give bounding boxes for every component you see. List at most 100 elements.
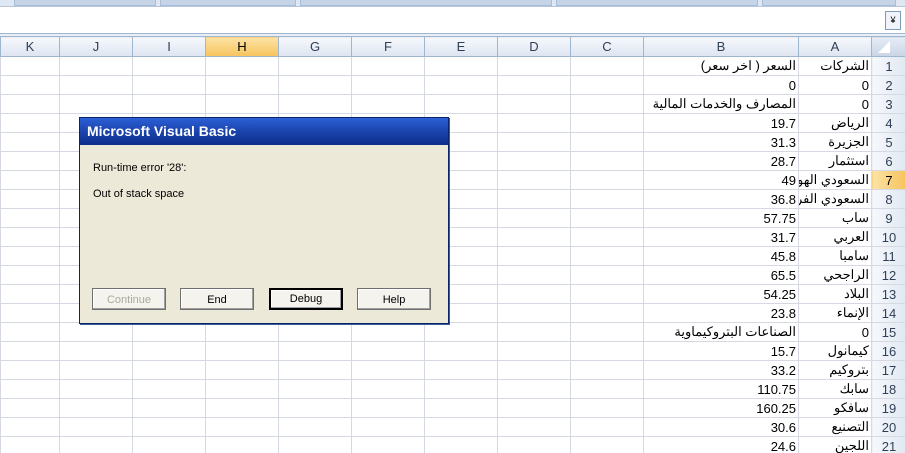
cell[interactable] bbox=[570, 113, 644, 133]
cell[interactable] bbox=[0, 322, 60, 342]
cell[interactable] bbox=[0, 208, 60, 228]
cell[interactable] bbox=[351, 436, 425, 453]
cell[interactable] bbox=[0, 56, 60, 76]
cell[interactable] bbox=[205, 341, 279, 361]
cell[interactable] bbox=[0, 75, 60, 95]
cell[interactable] bbox=[570, 170, 644, 190]
cell-a[interactable]: سافكو bbox=[798, 398, 872, 418]
cell-b[interactable]: 24.6 bbox=[643, 436, 799, 453]
column-header-a[interactable]: A bbox=[798, 36, 872, 57]
cell[interactable] bbox=[424, 398, 498, 418]
cell[interactable] bbox=[278, 94, 352, 114]
cell[interactable] bbox=[0, 246, 60, 266]
cell[interactable] bbox=[205, 94, 279, 114]
cell[interactable] bbox=[570, 436, 644, 453]
cell[interactable] bbox=[205, 398, 279, 418]
cell[interactable] bbox=[0, 265, 60, 285]
cell-b[interactable]: 57.75 bbox=[643, 208, 799, 228]
cell[interactable] bbox=[0, 151, 60, 171]
row-header[interactable]: 10 bbox=[871, 227, 905, 247]
cell-b[interactable]: المصارف والخدمات المالية bbox=[643, 94, 799, 114]
select-all-corner[interactable] bbox=[871, 36, 905, 57]
cell-a[interactable]: 0 bbox=[798, 322, 872, 342]
row-header[interactable]: 19 bbox=[871, 398, 905, 418]
cell[interactable] bbox=[0, 379, 60, 399]
column-header-h[interactable]: H bbox=[205, 36, 279, 57]
cell[interactable] bbox=[0, 360, 60, 380]
cell-b[interactable]: 30.6 bbox=[643, 417, 799, 437]
row-header[interactable]: 15 bbox=[871, 322, 905, 342]
cell[interactable] bbox=[0, 341, 60, 361]
cell[interactable] bbox=[497, 417, 571, 437]
cell-a[interactable]: العربي bbox=[798, 227, 872, 247]
cell-a[interactable]: بتروكيم bbox=[798, 360, 872, 380]
cell-b[interactable]: 45.8 bbox=[643, 246, 799, 266]
cell[interactable] bbox=[424, 436, 498, 453]
cell-a[interactable]: التصنيع bbox=[798, 417, 872, 437]
cell[interactable] bbox=[570, 151, 644, 171]
cell[interactable] bbox=[351, 56, 425, 76]
row-header[interactable]: 18 bbox=[871, 379, 905, 399]
cell[interactable] bbox=[278, 417, 352, 437]
cell-b[interactable]: 15.7 bbox=[643, 341, 799, 361]
cell[interactable] bbox=[424, 379, 498, 399]
cell[interactable] bbox=[132, 75, 206, 95]
column-header-i[interactable]: I bbox=[132, 36, 206, 57]
cell[interactable] bbox=[570, 208, 644, 228]
ribbon-group[interactable] bbox=[762, 0, 896, 6]
column-header-b[interactable]: B bbox=[643, 36, 799, 57]
cell[interactable] bbox=[0, 436, 60, 453]
cell[interactable] bbox=[278, 379, 352, 399]
row-header[interactable]: 2 bbox=[871, 75, 905, 95]
cell-b[interactable]: 33.2 bbox=[643, 360, 799, 380]
row-header[interactable]: 16 bbox=[871, 341, 905, 361]
cell[interactable] bbox=[132, 322, 206, 342]
cell[interactable] bbox=[132, 360, 206, 380]
cell[interactable] bbox=[497, 284, 571, 304]
cell-b[interactable]: 65.5 bbox=[643, 265, 799, 285]
end-button[interactable]: End bbox=[180, 288, 254, 310]
cell[interactable] bbox=[0, 303, 60, 323]
cell-b[interactable]: 54.25 bbox=[643, 284, 799, 304]
cell[interactable] bbox=[205, 322, 279, 342]
cell[interactable] bbox=[59, 94, 133, 114]
cell[interactable] bbox=[497, 170, 571, 190]
cell[interactable] bbox=[570, 341, 644, 361]
cell-b[interactable]: 49 bbox=[643, 170, 799, 190]
cell-b[interactable]: 28.7 bbox=[643, 151, 799, 171]
cell[interactable] bbox=[497, 360, 571, 380]
cell[interactable] bbox=[278, 322, 352, 342]
row-header[interactable]: 13 bbox=[871, 284, 905, 304]
row-header[interactable]: 11 bbox=[871, 246, 905, 266]
cell[interactable] bbox=[132, 379, 206, 399]
cell[interactable] bbox=[59, 436, 133, 453]
cell-a[interactable]: الراجحي bbox=[798, 265, 872, 285]
cell[interactable] bbox=[424, 56, 498, 76]
cell-a[interactable]: سابك bbox=[798, 379, 872, 399]
cell-b[interactable]: 36.8 bbox=[643, 189, 799, 209]
row-header[interactable]: 4 bbox=[871, 113, 905, 133]
cell[interactable] bbox=[570, 227, 644, 247]
help-button[interactable]: Help bbox=[357, 288, 431, 310]
cell[interactable] bbox=[570, 189, 644, 209]
cell[interactable] bbox=[570, 398, 644, 418]
cell[interactable] bbox=[497, 113, 571, 133]
cell-a[interactable]: اللجين bbox=[798, 436, 872, 453]
cell[interactable] bbox=[351, 322, 425, 342]
cell[interactable] bbox=[278, 436, 352, 453]
cell[interactable] bbox=[0, 170, 60, 190]
cell-b[interactable]: 110.75 bbox=[643, 379, 799, 399]
cell[interactable] bbox=[278, 360, 352, 380]
cell[interactable] bbox=[570, 303, 644, 323]
cell-a[interactable]: الشركات bbox=[798, 56, 872, 76]
cell[interactable] bbox=[132, 436, 206, 453]
continue-button[interactable]: Continue bbox=[92, 288, 166, 310]
cell[interactable] bbox=[497, 94, 571, 114]
error-dialog[interactable]: Microsoft Visual Basic Run-time error '2… bbox=[79, 117, 449, 324]
row-header[interactable]: 5 bbox=[871, 132, 905, 152]
row-header[interactable]: 17 bbox=[871, 360, 905, 380]
cell[interactable] bbox=[59, 360, 133, 380]
cell[interactable] bbox=[570, 75, 644, 95]
cell-a[interactable]: سامبا bbox=[798, 246, 872, 266]
ribbon-group[interactable] bbox=[160, 0, 296, 6]
